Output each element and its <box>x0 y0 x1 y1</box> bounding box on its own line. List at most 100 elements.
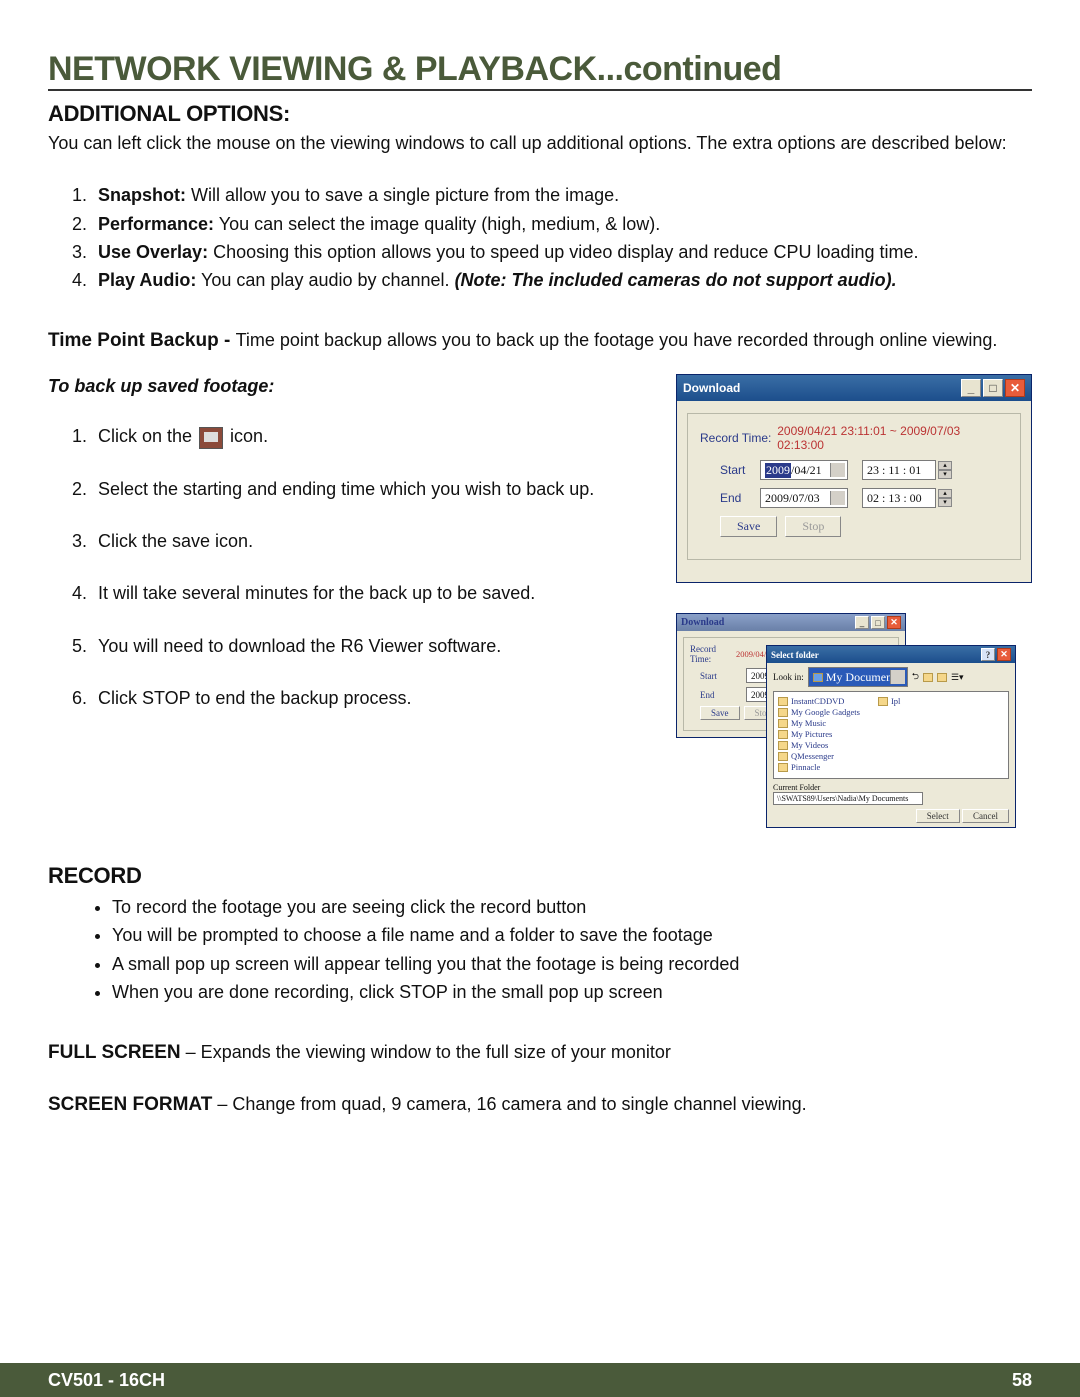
end-date-select[interactable]: 2009/07/03 <box>760 488 848 508</box>
maximize-button[interactable]: □ <box>983 379 1003 397</box>
folder-icon <box>778 719 788 728</box>
minimize-button[interactable]: _ <box>961 379 981 397</box>
stop-button[interactable]: Stop <box>785 516 841 537</box>
dialog-title: Select folder <box>771 650 819 660</box>
start-time-spinner[interactable]: ▴▾ <box>938 461 952 479</box>
list-item: Click on the icon. <box>92 424 656 448</box>
list-item: Snapshot: Will allow you to save a singl… <box>92 183 1032 207</box>
folder-icon <box>778 752 788 761</box>
end-label: End <box>700 690 746 700</box>
dialog-title: Download <box>681 617 724 628</box>
footer-model: CV501 - 16CH <box>48 1370 165 1391</box>
save-button[interactable]: Save <box>720 516 777 537</box>
list-item: Play Audio: You can play audio by channe… <box>92 268 1032 292</box>
download-dialog: Download _ □ ✕ Record Time: 2009/04/21 2… <box>676 374 1032 583</box>
list-item: Performance: You can select the image qu… <box>92 212 1032 236</box>
term: Performance: <box>98 214 214 234</box>
fullscreen-para: FULL SCREEN – Expands the viewing window… <box>48 1040 1032 1066</box>
list-item: You will need to download the R6 Viewer … <box>92 634 656 658</box>
end-time-input[interactable]: 02 : 13 : 00 <box>862 488 936 508</box>
lookin-label: Look in: <box>773 672 804 682</box>
note: (Note: The included cameras do not suppo… <box>455 270 897 290</box>
folder-icon <box>813 673 823 682</box>
minimize-button[interactable]: _ <box>855 616 869 629</box>
list-item: Use Overlay: Choosing this option allows… <box>92 240 1032 264</box>
select-button[interactable]: Select <box>916 809 960 823</box>
lookin-select[interactable]: My Documents <box>808 667 908 687</box>
term: Snapshot: <box>98 185 186 205</box>
list-item: A small pop up screen will appear tellin… <box>112 952 1032 976</box>
list-item[interactable]: My Google Gadgets <box>778 707 860 717</box>
desc: You can select the image quality (high, … <box>214 214 660 234</box>
dialog-titlebar[interactable]: Select folder ? ✕ <box>767 646 1015 663</box>
additional-heading: ADDITIONAL OPTIONS: <box>48 101 1032 127</box>
backup-steps: Click on the icon. Select the starting a… <box>48 424 656 710</box>
close-button[interactable]: ✕ <box>887 616 901 629</box>
folder-icon <box>778 708 788 717</box>
list-item: To record the footage you are seeing cli… <box>112 895 1032 919</box>
fullscreen-term: FULL SCREEN <box>48 1042 181 1063</box>
page-number: 58 <box>1012 1370 1032 1391</box>
start-time-input[interactable]: 23 : 11 : 01 <box>862 460 936 480</box>
tpb-desc: Time point backup allows you to back up … <box>236 330 998 350</box>
list-item: You will be prompted to choose a file na… <box>112 923 1032 947</box>
folder-icon <box>778 730 788 739</box>
list-item[interactable]: Pinnacle <box>778 762 860 772</box>
close-button[interactable]: ✕ <box>997 648 1011 661</box>
time-point-backup-para: Time Point Backup - Time point backup al… <box>48 328 1032 354</box>
end-label: End <box>720 491 760 505</box>
backup-icon <box>199 427 223 449</box>
list-item[interactable]: My Music <box>778 718 860 728</box>
desc: Will allow you to save a single picture … <box>186 185 619 205</box>
close-button[interactable]: ✕ <box>1005 379 1025 397</box>
desc: Choosing this option allows you to speed… <box>208 242 918 262</box>
select-folder-dialog: Select folder ? ✕ Look in: My Documents … <box>766 645 1016 828</box>
chapter-title-bar: NETWORK VIEWING & PLAYBACK...continued <box>48 50 1032 91</box>
dialog-title: Download <box>683 381 740 395</box>
additional-intro: You can left click the mouse on the view… <box>48 131 1032 155</box>
maximize-button[interactable]: □ <box>871 616 885 629</box>
folder-icon <box>778 697 788 706</box>
list-item: It will take several minutes for the bac… <box>92 581 656 605</box>
folder-icon <box>778 763 788 772</box>
cancel-button[interactable]: Cancel <box>962 809 1009 823</box>
record-heading: RECORD <box>48 863 1032 889</box>
record-time-value: 2009/04/21 23:11:01 ~ 2009/07/03 02:13:0… <box>777 424 1008 452</box>
tpb-term: Time Point Backup - <box>48 330 236 351</box>
current-folder-path[interactable]: \\SWATS89\Users\Nadia\My Documents <box>773 792 923 805</box>
list-item[interactable]: InstantCDDVD <box>778 696 860 706</box>
help-button[interactable]: ? <box>981 648 995 661</box>
folder-icon <box>878 697 888 706</box>
start-label: Start <box>700 671 746 681</box>
list-item: When you are done recording, click STOP … <box>112 980 1032 1004</box>
list-item[interactable]: QMessenger <box>778 751 860 761</box>
start-date-select[interactable]: 2009/04/21 <box>760 460 848 480</box>
start-label: Start <box>720 463 760 477</box>
dialog-titlebar[interactable]: Download _ □ ✕ <box>677 375 1031 401</box>
term: Use Overlay: <box>98 242 208 262</box>
backup-subhead: To back up saved footage: <box>48 374 656 398</box>
screenformat-desc: – Change from quad, 9 camera, 16 camera … <box>212 1094 806 1114</box>
view-menu-icon[interactable]: ☰▾ <box>951 672 964 683</box>
page-footer: CV501 - 16CH 58 <box>0 1363 1080 1397</box>
up-folder-icon[interactable] <box>923 673 933 682</box>
save-button[interactable]: Save <box>700 706 740 720</box>
desc: You can play audio by channel. <box>196 270 454 290</box>
new-folder-icon[interactable] <box>937 673 947 682</box>
folder-list[interactable]: InstantCDDVD My Google Gadgets My Music … <box>773 691 1009 779</box>
back-icon[interactable]: ⮌ <box>912 669 919 685</box>
dialog-titlebar[interactable]: Download _ □ ✕ <box>677 614 905 631</box>
list-item: Select the starting and ending time whic… <box>92 477 656 501</box>
screenformat-para: SCREEN FORMAT – Change from quad, 9 came… <box>48 1092 1032 1118</box>
record-time-label: Record Time: <box>690 644 736 664</box>
list-item: Click the save icon. <box>92 529 656 553</box>
list-item[interactable]: My Pictures <box>778 729 860 739</box>
list-item[interactable]: My Videos <box>778 740 860 750</box>
folder-icon <box>778 741 788 750</box>
term: Play Audio: <box>98 270 196 290</box>
end-time-spinner[interactable]: ▴▾ <box>938 489 952 507</box>
record-bullets: To record the footage you are seeing cli… <box>48 895 1032 1004</box>
current-folder-label: Current Folder <box>773 783 1009 792</box>
list-item: Click STOP to end the backup process. <box>92 686 656 710</box>
list-item[interactable]: Ipl <box>878 696 900 706</box>
